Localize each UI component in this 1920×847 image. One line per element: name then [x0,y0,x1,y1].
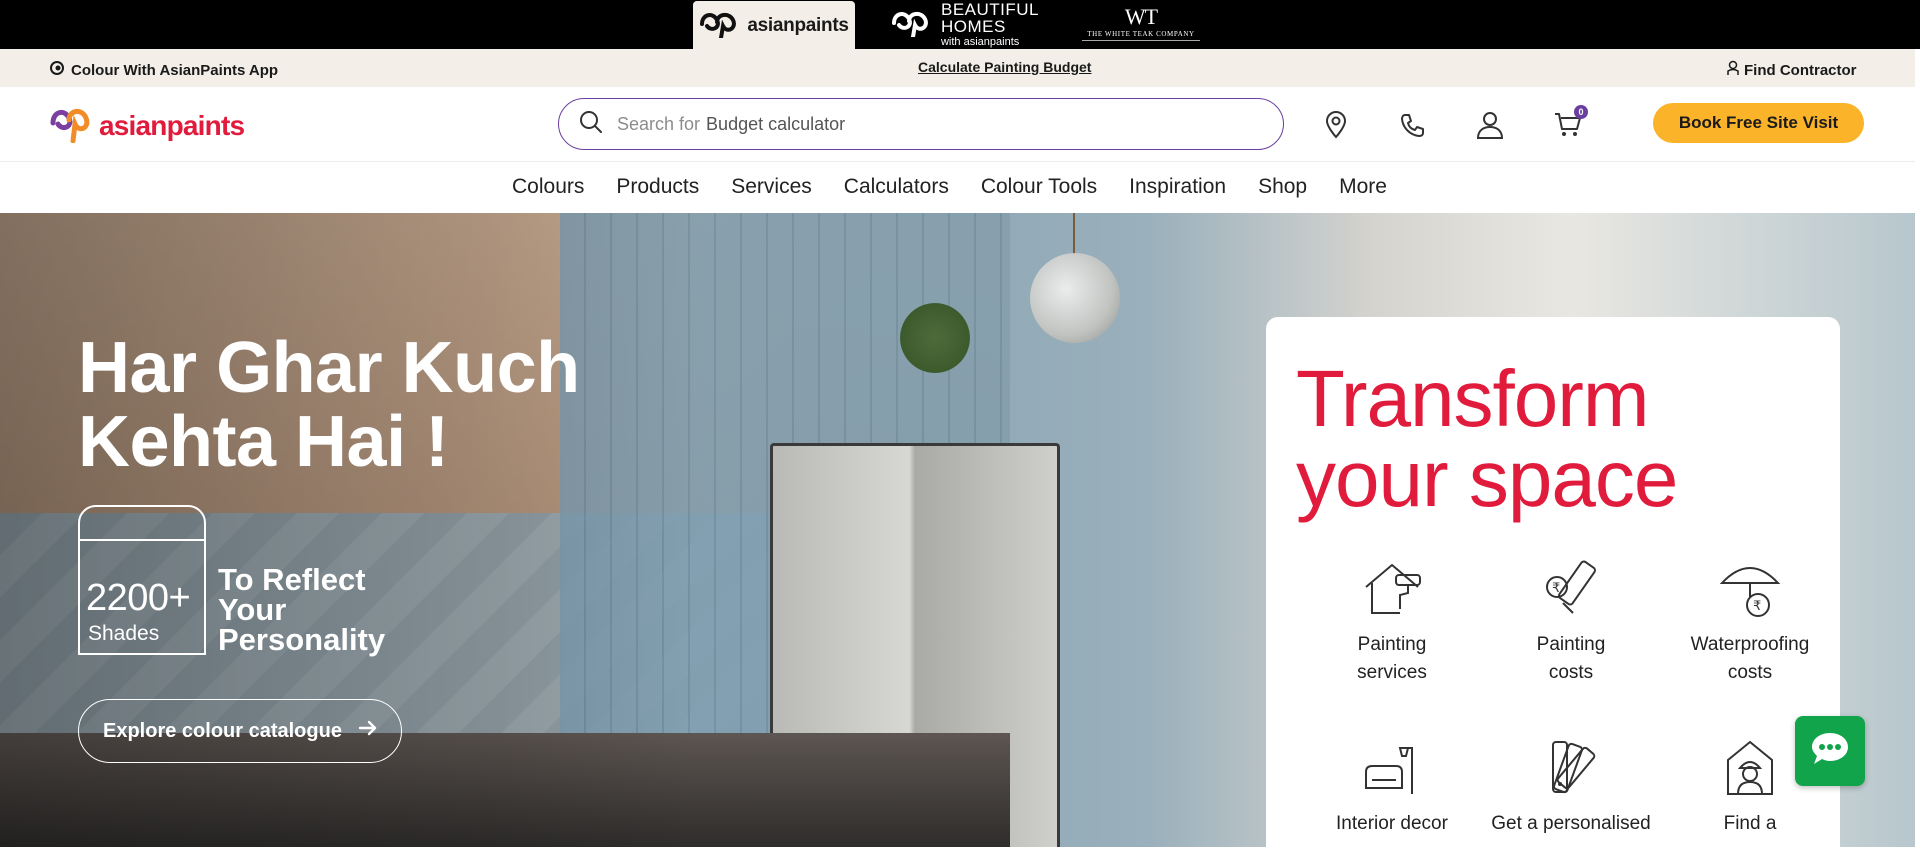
arrow-right-icon [342,719,378,743]
logo-mark-icon [49,103,95,148]
service-label-line1: Painting [1357,634,1427,655]
search-placeholder-prefix: Search for [617,113,701,134]
nav-item-inspiration[interactable]: Inspiration [1129,175,1226,199]
asianpaints-logo-icon [699,8,741,43]
service-personalised[interactable]: Get a personalised [1491,732,1651,838]
app-logo-icon [49,60,71,80]
hero-title-line1: Har Ghar Kuch [78,328,580,408]
reflect-tagline: To Reflect Your Personality [218,564,386,657]
white-teak-name: THE WHITE TEAK COMPANY [1087,30,1195,38]
contractor-icon [1726,60,1744,80]
house-roller-icon [1312,553,1472,625]
coin-roller-icon: ₹ [1491,553,1651,625]
colour-app-link[interactable]: Colour With AsianPaints App [49,60,278,80]
nav-item-services[interactable]: Services [731,175,812,199]
card-title-line2: your space [1296,434,1678,523]
nav-item-more[interactable]: More [1339,175,1387,199]
card-title-line1: Transform [1296,354,1650,443]
brand-strip: asianpaints BEAUTIFUL HOMES with asianpa… [0,0,1920,50]
sofa-lamp-icon [1312,732,1472,804]
transform-card: Transform your space Painting services ₹… [1266,317,1840,847]
brand-asianpaints-label: asianpaints [747,14,849,36]
service-label: Find a [1723,813,1777,834]
utility-bar: Colour With AsianPaints App Calculate Pa… [0,49,1915,87]
beautiful-homes-logo-icon [891,7,933,42]
umbrella-rupee-icon: ₹ [1670,553,1830,625]
shades-badge-divider [80,539,204,541]
hero-title-line2: Kehta Hai ! [78,402,449,482]
svg-text:₹: ₹ [1552,581,1560,596]
service-label-line2: costs [1727,662,1773,683]
user-icon[interactable] [1474,109,1506,141]
service-label-line2: costs [1548,662,1594,683]
phone-icon[interactable] [1397,109,1429,141]
nav-item-calculators[interactable]: Calculators [844,175,949,199]
main-header: asianpaints Search for Budget calculator… [0,87,1915,162]
nav-item-products[interactable]: Products [616,175,699,199]
service-painting-services[interactable]: Painting services [1312,553,1472,687]
brand-tab-white-teak[interactable]: WT THE WHITE TEAK COMPANY [1080,0,1202,49]
beautiful-homes-line1: BEAUTIFUL [940,0,1040,19]
colour-swatch-icon [1491,732,1651,804]
beautiful-homes-text: BEAUTIFUL HOMES with asianpaints [941,1,1039,48]
service-label: Get a personalised [1491,813,1651,834]
service-label: Interior decor [1336,813,1448,834]
search-placeholder-suggestion: Budget calculator [706,113,846,134]
white-teak-monogram: WT [1124,4,1158,29]
search-bar[interactable]: Search for Budget calculator [558,98,1284,150]
brand-tab-asianpaints[interactable]: asianpaints [693,1,855,50]
asianpaints-logo[interactable]: asianpaints [49,103,245,148]
service-label: Waterproofing costs [1670,631,1830,687]
beautiful-homes-line2: HOMES [940,17,1006,36]
service-label-line1: Waterproofing [1690,634,1810,655]
white-teak-divider [1082,40,1200,41]
explore-catalogue-label: Explore colour catalogue [103,719,342,742]
calculate-budget-link[interactable]: Calculate Painting Budget [918,59,1091,75]
hero-title: Har Ghar Kuch Kehta Hai ! [78,331,580,479]
beautiful-homes-line3: with asianpaints [940,36,1020,48]
shades-count: 2200+ [86,577,191,619]
find-contractor-link[interactable]: Find Contractor [1726,60,1857,80]
service-label-line2: services [1357,662,1427,683]
nav-item-shop[interactable]: Shop [1258,175,1307,199]
explore-catalogue-button[interactable]: Explore colour catalogue [78,699,402,763]
shades-badge: 2200+ Shades [78,505,206,655]
search-icon [579,110,603,139]
hero-bg-lamp-cord [1073,213,1075,255]
chat-bubble-icon [1810,731,1850,772]
chat-button[interactable] [1795,716,1865,786]
svg-text:₹: ₹ [1753,599,1761,614]
service-label: Painting costs [1491,631,1651,687]
nav-list: Colours Products Services Calculators Co… [512,175,1419,199]
book-site-visit-button[interactable]: Book Free Site Visit [1653,103,1864,143]
find-contractor-label: Find Contractor [1744,61,1857,79]
hero-bg-plant [900,303,970,373]
service-interior-decor[interactable]: Interior decor [1312,732,1472,838]
cart-count-badge: 0 [1574,105,1588,119]
logo-wordmark: asianpaints [99,109,245,141]
service-painting-costs[interactable]: ₹ Painting costs [1491,553,1651,687]
main-nav: Colours Products Services Calculators Co… [0,163,1915,213]
shades-label: Shades [88,622,160,645]
nav-item-colour-tools[interactable]: Colour Tools [981,175,1097,199]
hero-bg-pendant-lamp [1030,253,1120,343]
service-waterproofing-costs[interactable]: ₹ Waterproofing costs [1670,553,1830,687]
brand-tab-beautiful-homes[interactable]: BEAUTIFUL HOMES with asianpaints [880,0,1050,49]
reflect-line3: Personality [218,622,386,657]
location-icon[interactable] [1320,109,1352,141]
service-label-line1: Painting [1536,634,1606,655]
service-label: Painting services [1312,631,1472,687]
card-title: Transform your space [1296,359,1678,519]
colour-app-label: Colour With AsianPaints App [71,61,279,79]
cart-icon[interactable]: 0 [1552,105,1588,141]
nav-item-colours[interactable]: Colours [512,175,584,199]
